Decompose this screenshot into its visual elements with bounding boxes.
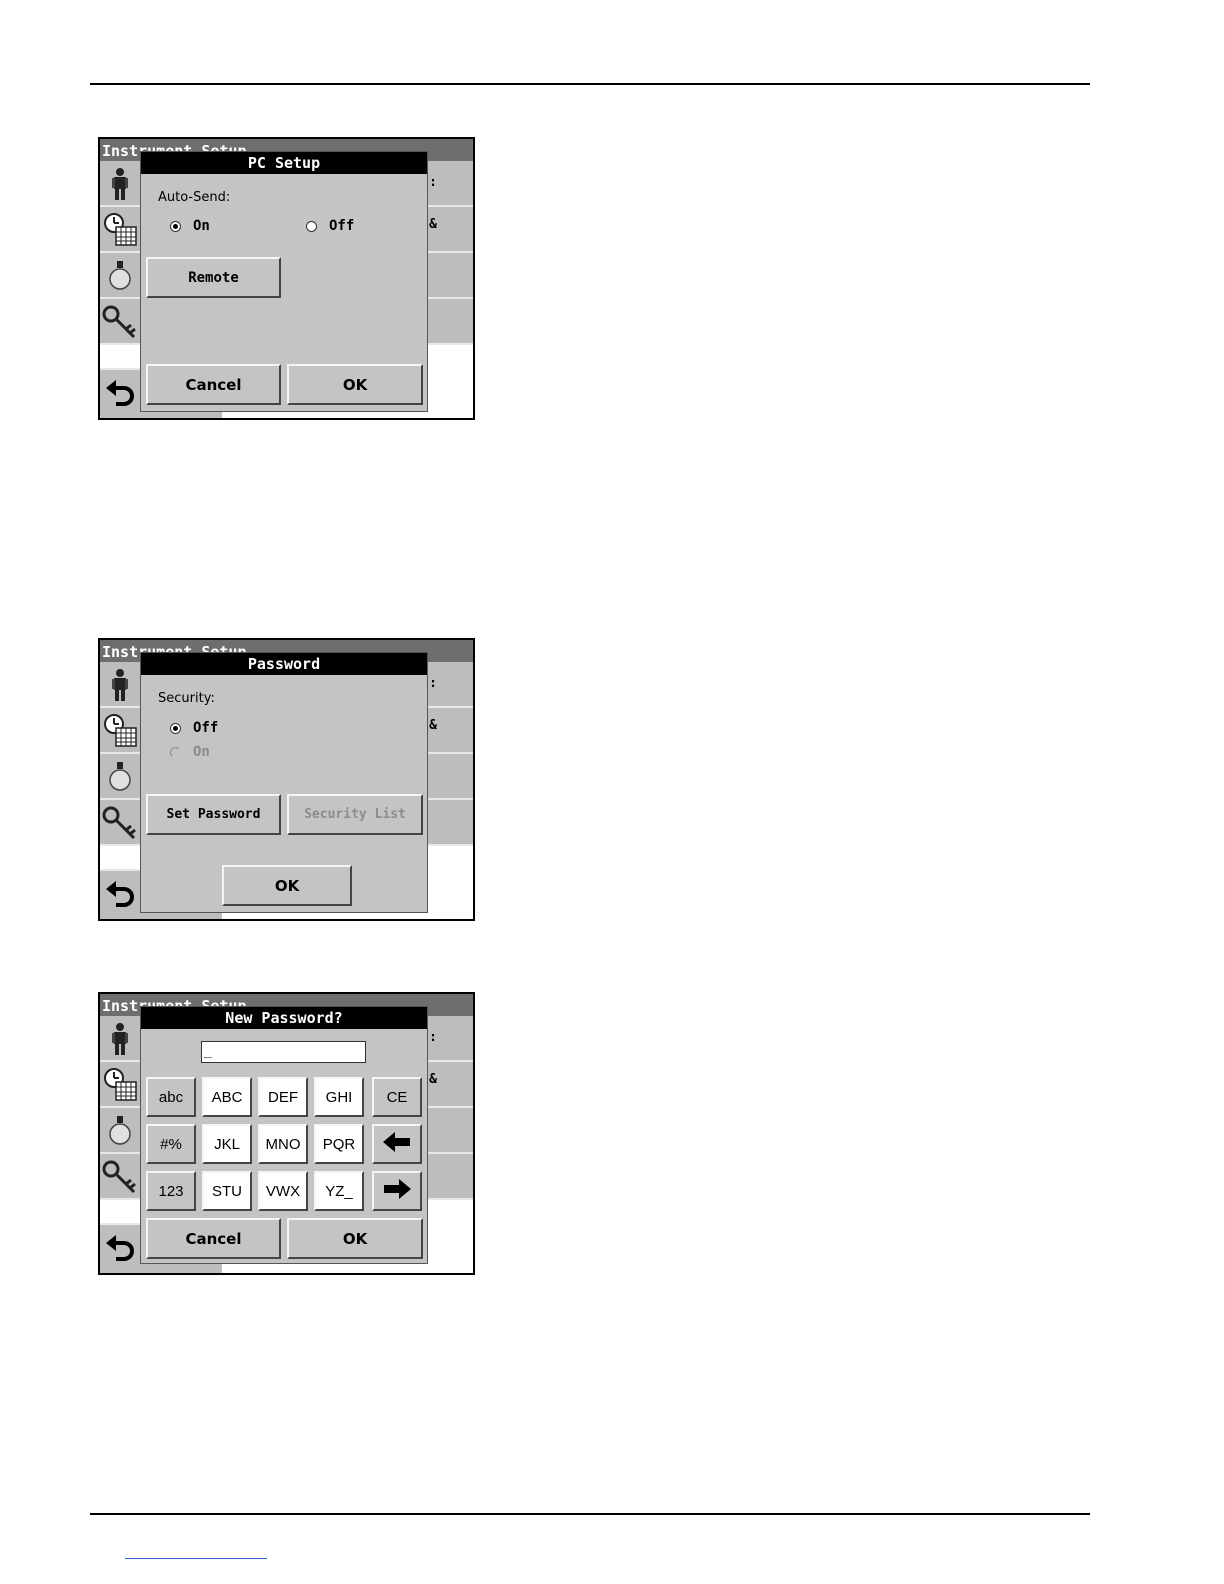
radio-security-off[interactable]: Off bbox=[170, 720, 218, 736]
person-icon bbox=[102, 1020, 138, 1058]
remote-button[interactable]: Remote bbox=[146, 257, 281, 298]
key-GHI[interactable]: GHI bbox=[314, 1077, 364, 1117]
cancel-button[interactable]: Cancel bbox=[146, 364, 281, 405]
radio-auto-send-off[interactable]: Off bbox=[306, 218, 354, 234]
dialog-title: Password bbox=[141, 653, 427, 675]
top-rule bbox=[90, 83, 1090, 85]
radio-auto-send-on[interactable]: On bbox=[170, 218, 210, 234]
security-label: Security: bbox=[158, 691, 215, 706]
bg-row-fragment: & bbox=[429, 718, 437, 733]
key-icon bbox=[102, 303, 138, 341]
radio-checked-icon bbox=[170, 722, 181, 734]
cursor-right-key[interactable] bbox=[372, 1171, 422, 1211]
bg-row-fragment: : bbox=[429, 175, 437, 190]
key-STU[interactable]: STU bbox=[202, 1171, 252, 1211]
key-VWX[interactable]: VWX bbox=[258, 1171, 308, 1211]
radio-label: Off bbox=[193, 720, 219, 736]
radio-checked-icon bbox=[170, 220, 181, 232]
pc-setup-dialog: PC Setup Auto-Send: On Off Remote Cancel… bbox=[140, 151, 428, 412]
person-icon bbox=[102, 666, 138, 704]
key-icon bbox=[102, 1158, 138, 1196]
pc-setup-screenshot: Instrument Setup : & PC Setup Auto-Send:… bbox=[98, 137, 475, 420]
clock-calendar-icon bbox=[102, 211, 138, 249]
back-arrow-icon bbox=[104, 1233, 136, 1267]
new-password-dialog: New Password? _ abc ABC DEF GHI CE #% JK… bbox=[140, 1006, 428, 1264]
password-input[interactable]: _ bbox=[201, 1041, 366, 1063]
radio-unchecked-icon bbox=[306, 220, 317, 232]
clock-calendar-icon bbox=[102, 712, 138, 750]
key-ABC[interactable]: ABC bbox=[202, 1077, 252, 1117]
cursor-left-key[interactable] bbox=[372, 1124, 422, 1164]
bg-row-fragment: : bbox=[429, 676, 437, 691]
key-MNO[interactable]: MNO bbox=[258, 1124, 308, 1164]
ok-button[interactable]: OK bbox=[222, 865, 352, 906]
radio-label: On bbox=[193, 744, 210, 760]
bg-row-fragment: & bbox=[429, 1072, 437, 1087]
bg-row-fragment: : bbox=[429, 1030, 437, 1045]
key-YZ[interactable]: YZ_ bbox=[314, 1171, 364, 1211]
bottom-rule bbox=[90, 1513, 1090, 1515]
radio-security-on[interactable]: On bbox=[170, 744, 210, 760]
password-screenshot: Instrument Setup : & Password Security: … bbox=[98, 638, 475, 921]
security-list-button[interactable]: Security List bbox=[287, 794, 423, 835]
key-abc[interactable]: abc bbox=[146, 1077, 196, 1117]
radio-label: On bbox=[193, 218, 210, 234]
key-icon bbox=[102, 804, 138, 842]
footer-link-underline bbox=[125, 1558, 267, 1559]
new-password-screenshot: Instrument Setup : & New Password? _ abc… bbox=[98, 992, 475, 1275]
key-symbols[interactable]: #% bbox=[146, 1124, 196, 1164]
back-arrow-icon bbox=[104, 879, 136, 913]
lamp-icon bbox=[102, 758, 138, 796]
key-123[interactable]: 123 bbox=[146, 1171, 196, 1211]
auto-send-label: Auto-Send: bbox=[158, 190, 231, 205]
dialog-title: New Password? bbox=[141, 1007, 427, 1029]
person-icon bbox=[102, 165, 138, 203]
lamp-icon bbox=[102, 257, 138, 295]
key-PQR[interactable]: PQR bbox=[314, 1124, 364, 1164]
lamp-icon bbox=[102, 1112, 138, 1150]
back-arrow-icon bbox=[104, 378, 136, 412]
ok-button[interactable]: OK bbox=[287, 1218, 423, 1259]
cancel-button[interactable]: Cancel bbox=[146, 1218, 281, 1259]
ok-button[interactable]: OK bbox=[287, 364, 423, 405]
key-DEF[interactable]: DEF bbox=[258, 1077, 308, 1117]
bg-row-fragment: & bbox=[429, 217, 437, 232]
password-dialog: Password Security: Off On Set Password S… bbox=[140, 652, 428, 913]
set-password-button[interactable]: Set Password bbox=[146, 794, 281, 835]
clock-calendar-icon bbox=[102, 1066, 138, 1104]
radio-disabled-icon bbox=[170, 746, 181, 758]
key-JKL[interactable]: JKL bbox=[202, 1124, 252, 1164]
arrow-right-icon bbox=[383, 1179, 411, 1203]
arrow-left-icon bbox=[383, 1132, 411, 1156]
key-CE[interactable]: CE bbox=[372, 1077, 422, 1117]
radio-label: Off bbox=[329, 218, 355, 234]
dialog-title: PC Setup bbox=[141, 152, 427, 174]
